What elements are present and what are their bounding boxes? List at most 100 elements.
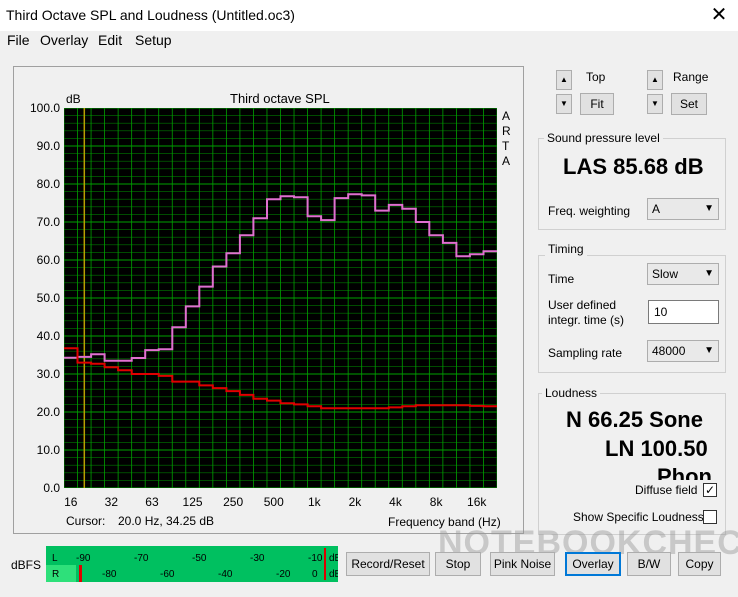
fit-button[interactable]: Fit [580, 93, 614, 115]
meter-tick-bottom: -80 [102, 569, 117, 580]
y-tick-label: 0.0 [43, 481, 60, 495]
meter-tick-top: -10 [308, 553, 323, 564]
dbfs-meter-graphic: L -90 -70 -50 -30 -10 dB R -80 -60 -40 -20 0 dB [46, 546, 342, 582]
arta-letter: A [502, 109, 511, 123]
sampling-rate-value: 48000 [652, 344, 686, 358]
meter-tick-bottom: dB [329, 569, 338, 580]
meter-level-bar [46, 565, 76, 582]
arta-letter: T [502, 139, 510, 153]
user-time-input[interactable]: 10 [648, 300, 719, 324]
stop-button[interactable]: Stop [435, 552, 481, 576]
x-tick-label: 63 [145, 495, 159, 509]
x-tick-label: 250 [223, 495, 244, 509]
top-label: Top [586, 70, 606, 84]
loudness-n-value: N 66.25 Sone [566, 407, 703, 432]
spl-value: LAS 85.68 dB [563, 154, 704, 179]
x-tick-label: 8k [429, 495, 443, 509]
menu-setup[interactable]: Setup [135, 32, 172, 48]
plot-area[interactable] [63, 107, 498, 489]
x-tick-label: 4k [389, 495, 402, 509]
top-down-button[interactable]: ▼ [556, 94, 572, 114]
specific-loudness-label: Show Specific Loudness [573, 510, 704, 524]
meter-tick-top: -90 [76, 553, 91, 564]
x-tick-label: 16 [64, 495, 78, 509]
dbfs-label: dBFS [11, 558, 42, 572]
meter-tick-top: L [52, 553, 58, 564]
time-label: Time [548, 272, 575, 286]
x-tick-label: 1k [307, 495, 321, 509]
chevron-down-icon: ▼ [704, 268, 714, 279]
freq-weighting-label: Freq. weighting [548, 204, 631, 218]
spl-chart[interactable] [63, 107, 498, 489]
x-tick-label: 32 [104, 495, 119, 509]
chevron-down-icon: ▼ [704, 203, 714, 214]
timing-group-title: Timing [545, 242, 587, 256]
y-tick-label: 80.0 [36, 177, 60, 191]
specific-loudness-checkbox[interactable] [703, 510, 717, 524]
menu-bar: File Overlay Edit Setup [0, 31, 738, 51]
spl-group-title: Sound pressure level [544, 131, 663, 145]
y-tick-label: 30.0 [36, 367, 60, 381]
set-button[interactable]: Set [671, 93, 707, 115]
loudness-values: N 66.25 Sone LN 100.50 Phon [540, 402, 724, 480]
freq-weighting-select[interactable]: A ▼ [647, 198, 719, 220]
loudness-phon-unit: Phon [657, 464, 712, 480]
chevron-down-icon: ▼ [704, 345, 714, 356]
record-reset-button[interactable]: Record/Reset [346, 552, 430, 576]
cursor-label: Cursor: [66, 514, 106, 528]
x-tick-label: 16k [467, 495, 487, 509]
pink-noise-button[interactable]: Pink Noise [490, 552, 555, 576]
y-tick-label: 50.0 [36, 291, 60, 305]
time-select[interactable]: Slow ▼ [647, 263, 719, 285]
copy-button[interactable]: Copy [678, 552, 721, 576]
sampling-rate-select[interactable]: 48000 ▼ [647, 340, 719, 362]
window-title: Third Octave SPL and Loudness (Untitled.… [6, 7, 295, 23]
meter-tick-bottom: 0 [312, 569, 318, 580]
range-label: Range [673, 70, 709, 84]
menu-file[interactable]: File [7, 32, 30, 48]
y-tick-label: 40.0 [36, 329, 60, 343]
menu-edit[interactable]: Edit [98, 32, 122, 48]
meter-tick-top: -70 [134, 553, 149, 564]
x-tick-label: 500 [263, 495, 284, 509]
diffuse-field-checkbox[interactable]: ✓ [703, 483, 717, 497]
arta-vertical-label: A R T A [502, 109, 512, 169]
bw-button[interactable]: B/W [627, 552, 671, 576]
y-tick-label: 20.0 [36, 405, 60, 419]
meter-tick-bottom: -40 [218, 569, 233, 580]
check-icon: ✓ [704, 483, 716, 497]
top-up-button[interactable]: ▲ [556, 70, 572, 90]
loudness-group-title: Loudness [542, 386, 601, 400]
range-down-button[interactable]: ▼ [647, 94, 663, 114]
dbfs-meter: L -90 -70 -50 -30 -10 dB R -80 -60 -40 -20 0 dB [46, 546, 342, 582]
sampling-rate-label: Sampling rate [548, 346, 623, 360]
range-up-button[interactable]: ▲ [647, 70, 663, 90]
title-bar: Third Octave SPL and Loudness (Untitled.… [0, 0, 738, 31]
y-tick-label: 10.0 [36, 443, 60, 457]
y-tick-label: 70.0 [36, 215, 60, 229]
time-value: Slow [652, 267, 679, 281]
meter-tick-top: -30 [250, 553, 265, 564]
freq-weighting-value: A [652, 202, 661, 216]
menu-overlay[interactable]: Overlay [40, 32, 88, 48]
meter-tick-top: dB [329, 553, 338, 564]
y-tick-label: 60.0 [36, 253, 60, 267]
meter-clip-marker [324, 548, 326, 580]
y-tick-label: 100.0 [30, 101, 61, 115]
meter-peak-marker [79, 565, 82, 582]
meter-tick-top: -50 [192, 553, 207, 564]
overlay-button[interactable]: Overlay [565, 552, 621, 576]
db-unit-label: dB [66, 92, 81, 106]
arta-letter: R [502, 124, 511, 138]
chart-title: Third octave SPL [230, 91, 330, 106]
x-tick-label: 125 [182, 495, 203, 509]
meter-tick-bottom: R [52, 569, 59, 580]
user-time-label-1: User defined [548, 298, 617, 312]
meter-tick-bottom: -20 [276, 569, 291, 580]
close-icon[interactable]: ✕ [706, 3, 732, 27]
y-tick-label: 90.0 [36, 139, 60, 153]
arta-letter: A [502, 154, 511, 168]
meter-background [46, 546, 338, 582]
loudness-ln-value: LN 100.50 [605, 436, 708, 461]
user-time-label-2: integr. time (s) [548, 313, 625, 327]
